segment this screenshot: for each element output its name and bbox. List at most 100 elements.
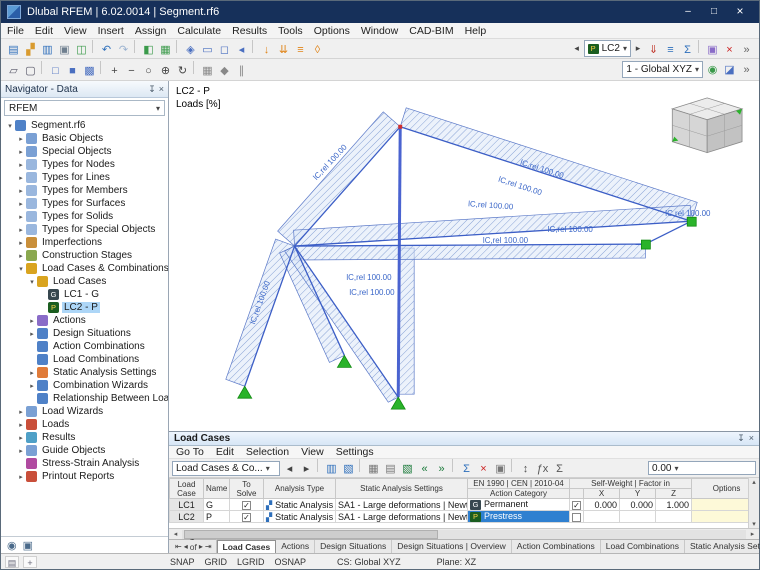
tree-item[interactable]: ▸ Combination Wizards (1, 379, 168, 392)
previous-view-icon[interactable]: ◂ (233, 41, 250, 57)
cell-to-solve[interactable]: ✓ (230, 499, 264, 511)
col-header-z[interactable]: Z (656, 489, 692, 499)
tree-item[interactable]: ▾ Load Cases (1, 275, 168, 288)
cell-sas[interactable]: SA1 - Large deformations | Newton... (336, 511, 468, 523)
fx-icon[interactable]: ƒx (534, 461, 551, 477)
separator[interactable] (452, 459, 456, 472)
tree-expand-icon[interactable]: ▸ (16, 213, 26, 221)
view-isometric-icon[interactable]: ◈ (182, 41, 199, 57)
select-arrow-icon[interactable]: ▱ (5, 62, 22, 78)
cell-to-solve[interactable]: ✓ (230, 511, 264, 523)
cell-sw-active[interactable]: ✓ (570, 499, 584, 511)
panel-menu-item[interactable]: Settings (336, 446, 374, 458)
tree-expand-icon[interactable]: ▸ (16, 447, 26, 455)
tree-item[interactable]: ▸ Guide Objects (1, 444, 168, 457)
graphic-printout-icon[interactable]: ▣ (704, 41, 721, 57)
zoom-all-icon[interactable]: ○ (140, 63, 157, 79)
tree-item[interactable]: Action Combinations (1, 340, 168, 353)
cell-sas[interactable]: SA1 - Large deformations | Newton... (336, 499, 468, 511)
menu-item[interactable]: Calculate (177, 25, 221, 37)
tree-item[interactable]: G LC1 - G (1, 288, 168, 301)
menu-item[interactable]: View (64, 25, 87, 37)
close-button[interactable]: × (727, 4, 753, 20)
tree-item[interactable]: ▸ Load Wizards (1, 405, 168, 418)
tree-expand-icon[interactable]: ▸ (16, 473, 26, 481)
panel-menu-item[interactable]: Go To (176, 446, 204, 458)
scroll-right-icon[interactable]: ▸ (746, 530, 759, 538)
cell-sw-x[interactable]: 0.000 (584, 499, 620, 511)
panel-tab[interactable]: Design Situations (315, 540, 392, 553)
menu-item[interactable]: CAD-BIM (409, 25, 453, 37)
status-toggle[interactable]: OSNAP (270, 557, 312, 567)
tree-item[interactable]: ▸ Types for Special Objects (1, 223, 168, 236)
tree-item[interactable]: ▸ Imperfections (1, 236, 168, 249)
tree-item[interactable]: ▸ Static Analysis Settings (1, 366, 168, 379)
show-load-values-icon[interactable]: ≡ (662, 42, 679, 58)
checkbox-checked-icon[interactable]: ✓ (242, 501, 251, 510)
overflow-icon[interactable]: » (738, 62, 755, 78)
checkbox-checked-icon[interactable]: ✓ (572, 501, 581, 510)
tree-item[interactable]: ▸ Types for Solids (1, 210, 168, 223)
pin-icon[interactable]: ↧ (148, 84, 156, 95)
tree-item[interactable]: ▸ Printout Reports (1, 470, 168, 483)
separator[interactable] (359, 459, 363, 472)
mouse-mode-icon[interactable]: ▤ (5, 556, 19, 568)
pan-icon[interactable]: ⊕ (157, 62, 174, 78)
tree-item[interactable]: ▸ Types for Nodes (1, 158, 168, 171)
separator[interactable] (176, 40, 180, 53)
tree-expand-icon[interactable]: ▸ (27, 369, 37, 377)
close-icon[interactable]: × (159, 84, 164, 95)
free-load-icon[interactable]: ◊ (309, 42, 326, 58)
zoom-window-icon[interactable]: ◻ (216, 41, 233, 57)
cell-sw-y[interactable] (620, 511, 656, 523)
render-solid-icon[interactable]: ■ (64, 63, 81, 79)
guidelines-icon[interactable]: ∥ (233, 62, 250, 78)
table-category-combo[interactable]: Load Cases & Co... ▾ (172, 461, 280, 476)
panel-tab[interactable]: Static Analysis Settings (685, 540, 760, 553)
scroll-up-icon[interactable]: ▴ (752, 478, 756, 486)
next-page-icon[interactable]: ▸ (199, 542, 203, 551)
separator[interactable] (100, 61, 104, 74)
cell-analysis-type[interactable]: ▞Static Analysis (264, 499, 336, 511)
menu-item[interactable]: Window (361, 25, 398, 37)
tree-item[interactable]: ▸ Basic Objects (1, 132, 168, 145)
col-group-self-weight[interactable]: Self-Weight | Factor in (570, 479, 692, 489)
tree-expand-icon[interactable]: ▾ (5, 122, 15, 130)
navigator-model-selector[interactable]: RFEM ▾ (4, 100, 165, 116)
cell-sw-y[interactable]: 0.000 (620, 499, 656, 511)
sync-selection-icon[interactable]: ▥ (323, 461, 340, 477)
panel-tab[interactable]: Action Combinations (512, 540, 601, 553)
panel-tab[interactable]: Load Cases (217, 540, 277, 553)
open-model-icon[interactable]: ▞ (22, 41, 39, 57)
prev-page-icon[interactable]: ◂ (184, 542, 188, 551)
panel-tab[interactable]: Actions (276, 540, 315, 553)
menu-item[interactable]: Tools (278, 25, 303, 37)
col-header-y[interactable]: Y (620, 489, 656, 499)
tree-expand-icon[interactable]: ▸ (16, 174, 26, 182)
box-select-icon[interactable]: ▢ (22, 62, 39, 78)
tree-item[interactable]: ▾ Segment.rf6 (1, 119, 168, 132)
cell-sw-active[interactable] (570, 511, 584, 523)
coordinate-input-icon[interactable]: + (23, 556, 37, 568)
cell-load-case[interactable]: LC2 (170, 511, 204, 523)
tree-item[interactable]: ▸ Results (1, 431, 168, 444)
panel-menu-item[interactable]: View (301, 446, 324, 458)
render-wireframe-icon[interactable]: □ (47, 63, 64, 79)
tree-item[interactable]: ▾ Load Cases & Combinations (1, 262, 168, 275)
tree-item[interactable]: ▸ Types for Lines (1, 171, 168, 184)
zoom-in-icon[interactable]: + (106, 63, 123, 79)
sort-icon[interactable]: ↕ (517, 461, 534, 477)
table-filter-icon[interactable]: ▤ (382, 461, 399, 477)
tree-item[interactable]: ▸ Types for Surfaces (1, 197, 168, 210)
tree-expand-icon[interactable]: ▾ (27, 278, 37, 286)
tree-item[interactable]: P LC2 - P (1, 301, 168, 314)
cell-name[interactable]: P (204, 511, 230, 523)
cell-sw-z[interactable]: 1.000 (656, 499, 692, 511)
scrollbar-thumb[interactable] (184, 530, 438, 539)
new-model-icon[interactable]: ▤ (5, 41, 22, 57)
col-header-name[interactable]: Name (204, 479, 230, 499)
checkbox-checked-icon[interactable]: ✓ (242, 513, 251, 522)
separator[interactable] (252, 40, 256, 53)
model-viewport[interactable]: lC,rel 100.00 lC,rel 100.00 lC,rel 100.0… (169, 81, 759, 431)
tree-item[interactable]: ▸ Actions (1, 314, 168, 327)
